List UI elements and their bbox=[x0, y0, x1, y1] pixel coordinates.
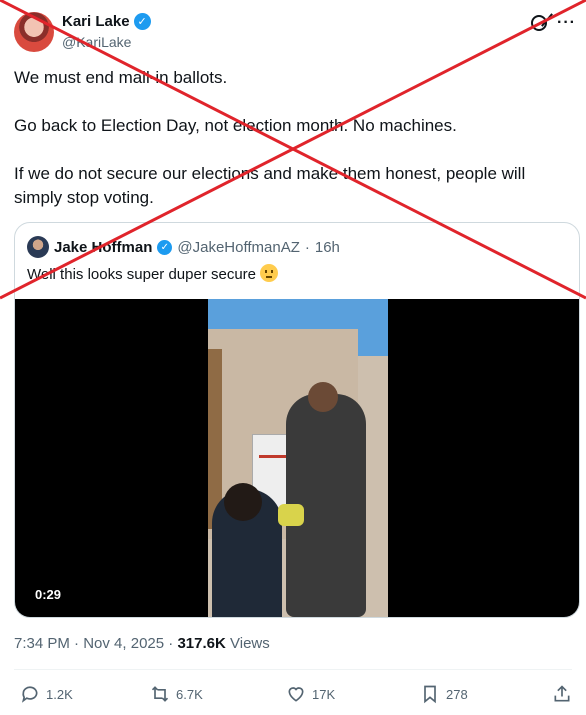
action-bar: 1.2K 6.7K 17K 278 bbox=[20, 684, 572, 706]
video-ballots bbox=[278, 504, 304, 526]
video-duration: 0:29 bbox=[35, 587, 62, 602]
avatar[interactable] bbox=[14, 12, 54, 52]
divider bbox=[14, 669, 572, 670]
verified-badge-icon: ✓ bbox=[157, 239, 173, 255]
reply-count: 1.2K bbox=[46, 686, 73, 702]
heart-icon bbox=[288, 687, 304, 702]
quoted-time: 16h bbox=[314, 238, 340, 256]
views-count: 317.6K bbox=[177, 635, 226, 652]
share-icon bbox=[554, 685, 570, 702]
bookmark-button[interactable]: 278 bbox=[420, 684, 468, 704]
tweet-time[interactable]: 7:34 PM bbox=[14, 635, 70, 652]
quoted-avatar bbox=[27, 236, 49, 258]
video-frame bbox=[208, 299, 388, 617]
verified-badge-icon: ✓ bbox=[133, 13, 151, 30]
quoted-text-row: Well this looks super duper secure bbox=[27, 264, 279, 283]
like-count: 17K bbox=[312, 686, 336, 702]
quoted-author-handle: @JakeHoffmanAZ bbox=[177, 238, 300, 256]
repost-icon bbox=[151, 686, 169, 702]
reply-icon bbox=[21, 686, 38, 703]
author-name[interactable]: Kari Lake bbox=[62, 13, 130, 30]
grok-icon[interactable] bbox=[531, 15, 548, 31]
tweet-date[interactable]: Nov 4, 2025 bbox=[83, 635, 164, 652]
video-person bbox=[212, 483, 282, 617]
author-name-row: Kari Lake ✓ bbox=[62, 13, 151, 30]
slightly-frowning-face-icon bbox=[260, 264, 279, 282]
quoted-author-name: Jake Hoffman bbox=[54, 238, 153, 256]
tweet-paragraph: If we do not secure our elections and ma… bbox=[14, 164, 526, 207]
author-handle[interactable]: @KariLake bbox=[62, 34, 131, 50]
bookmark-count: 278 bbox=[446, 686, 468, 702]
quoted-tweet[interactable]: Jake Hoffman ✓ @JakeHoffmanAZ · 16h Well… bbox=[14, 222, 580, 618]
tweet-paragraph: We must end mail-in ballots. bbox=[14, 68, 228, 87]
bookmark-icon bbox=[424, 685, 436, 704]
tweet-paragraph: Go back to Election Day, not election mo… bbox=[14, 116, 457, 135]
separator: · bbox=[168, 635, 174, 652]
separator: · bbox=[74, 635, 80, 652]
like-button[interactable]: 17K bbox=[286, 684, 335, 704]
video-player[interactable]: 0:29 bbox=[15, 299, 579, 617]
tweet-text: We must end mail-in ballots. Go back to … bbox=[14, 66, 574, 210]
repost-button[interactable]: 6.7K bbox=[150, 684, 203, 704]
more-icon[interactable]: ··· bbox=[557, 14, 576, 32]
share-button[interactable] bbox=[552, 684, 572, 704]
repost-count: 6.7K bbox=[176, 686, 203, 702]
quoted-tweet-header: Jake Hoffman ✓ @JakeHoffmanAZ · 16h bbox=[27, 236, 340, 258]
separator: · bbox=[304, 238, 310, 256]
views-label: Views bbox=[230, 635, 270, 652]
header-actions: ··· bbox=[531, 14, 576, 32]
reply-button[interactable]: 1.2K bbox=[20, 684, 73, 704]
tweet-header: Kari Lake ✓ @KariLake ··· bbox=[14, 10, 576, 54]
quoted-text: Well this looks super duper secure bbox=[27, 266, 256, 283]
tweet-meta: 7:34 PM · Nov 4, 2025 · 317.6K Views bbox=[14, 635, 270, 652]
